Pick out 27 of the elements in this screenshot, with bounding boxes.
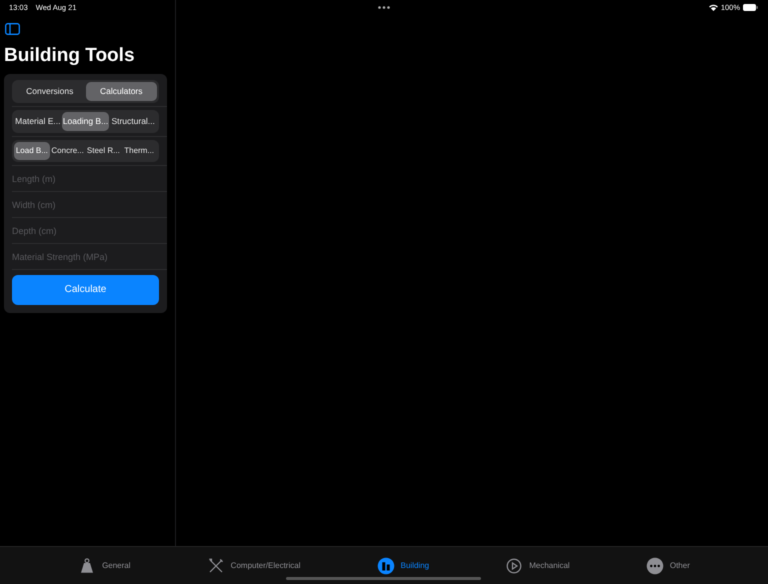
segment-tab[interactable]: Therm... xyxy=(121,142,157,160)
battery-icon xyxy=(743,4,758,12)
segment-tab[interactable]: Concre... xyxy=(50,142,86,160)
input-field[interactable]: Material Strength (MPa) xyxy=(12,244,167,269)
tab-bar-item[interactable]: Other xyxy=(646,556,690,574)
segment-tab[interactable]: Conversions xyxy=(14,82,86,101)
input-field[interactable]: Length (m) xyxy=(12,166,167,191)
segment-tab[interactable]: Load B... xyxy=(14,142,50,160)
tab-bar-item[interactable]: Mechanical xyxy=(505,556,570,574)
segment-tab[interactable]: Material E... xyxy=(14,112,62,131)
calculate-button[interactable]: Calculate xyxy=(12,274,159,305)
segment-tab[interactable]: Structural... xyxy=(109,112,158,131)
tools-icon xyxy=(206,556,225,574)
segment-tab[interactable]: Calculators xyxy=(86,82,157,101)
sidebar-toggle-icon[interactable] xyxy=(5,23,20,36)
input-field[interactable]: Depth (cm) xyxy=(12,218,167,243)
tab-bar-item[interactable]: General xyxy=(78,556,131,574)
building-icon xyxy=(376,556,395,574)
more-dots-icon[interactable] xyxy=(378,6,390,10)
input-field[interactable]: Width (cm) xyxy=(12,192,167,217)
page-title: Building Tools xyxy=(3,44,136,68)
wifi-icon xyxy=(708,4,718,12)
segment-tab[interactable]: Steel R... xyxy=(86,142,122,160)
tab-bar-item[interactable]: Computer/Electrical xyxy=(206,556,300,574)
more-icon xyxy=(646,556,664,574)
tab-bar-item[interactable]: Building xyxy=(376,556,430,574)
segment-tab[interactable]: Loading B... xyxy=(62,112,110,131)
